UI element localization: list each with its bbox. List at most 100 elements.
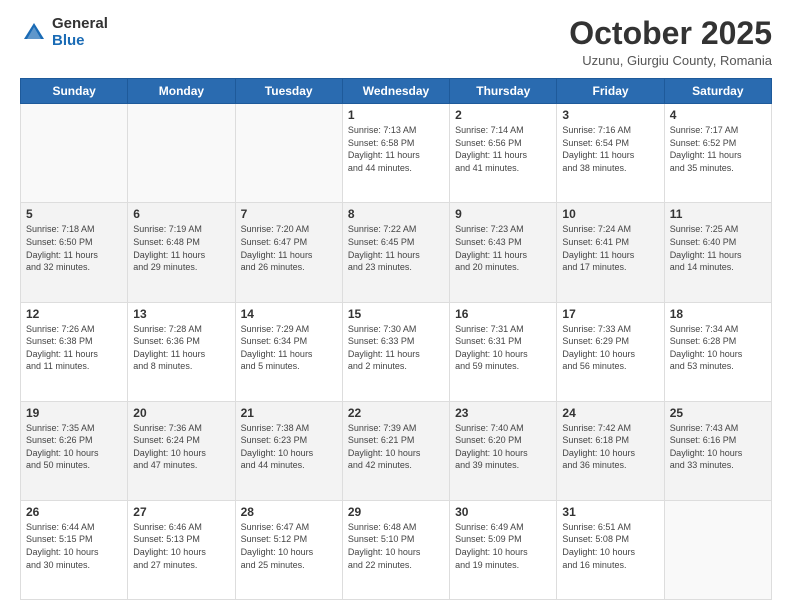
- logo-blue-text: Blue: [52, 33, 108, 50]
- day-header-friday: Friday: [557, 79, 664, 104]
- day-cell: 5 Sunrise: 7:18 AM Sunset: 6:50 PM Daylig…: [21, 203, 128, 302]
- day-header-thursday: Thursday: [450, 79, 557, 104]
- day-number: 23: [455, 406, 551, 420]
- day-number: 27: [133, 505, 229, 519]
- day-cell: 30 Sunrise: 6:49 AM Sunset: 5:09 PM Dayli…: [450, 500, 557, 599]
- day-cell: 31 Sunrise: 6:51 AM Sunset: 5:08 PM Dayli…: [557, 500, 664, 599]
- day-cell: 15 Sunrise: 7:30 AM Sunset: 6:33 PM Dayli…: [342, 302, 449, 401]
- day-cell: [128, 104, 235, 203]
- day-number: 5: [26, 207, 122, 221]
- calendar-table: SundayMondayTuesdayWednesdayThursdayFrid…: [20, 78, 772, 600]
- day-cell: 19 Sunrise: 7:35 AM Sunset: 6:26 PM Dayli…: [21, 401, 128, 500]
- day-number: 19: [26, 406, 122, 420]
- day-cell: 2 Sunrise: 7:14 AM Sunset: 6:56 PM Daylig…: [450, 104, 557, 203]
- day-cell: 16Sunrise: 7:31 AM Sunset: 6:31 PM Dayli…: [450, 302, 557, 401]
- day-info: Sunrise: 7:19 AM Sunset: 6:48 PM Dayligh…: [133, 223, 229, 273]
- day-header-wednesday: Wednesday: [342, 79, 449, 104]
- day-cell: 20 Sunrise: 7:36 AM Sunset: 6:24 PM Dayli…: [128, 401, 235, 500]
- day-info: Sunrise: 7:31 AM Sunset: 6:31 PM Dayligh…: [455, 323, 551, 373]
- day-cell: 3Sunrise: 7:16 AM Sunset: 6:54 PM Daylig…: [557, 104, 664, 203]
- week-row-3: 19 Sunrise: 7:35 AM Sunset: 6:26 PM Dayli…: [21, 401, 772, 500]
- day-info: Sunrise: 7:39 AM Sunset: 6:21 PM Dayligh…: [348, 422, 444, 472]
- day-info: Sunrise: 7:13 AM Sunset: 6:58 PM Dayligh…: [348, 124, 444, 174]
- day-info: Sunrise: 7:38 AM Sunset: 6:23 PM Dayligh…: [241, 422, 337, 472]
- day-number: 14: [241, 307, 337, 321]
- day-info: Sunrise: 6:46 AM Sunset: 5:13 PM Dayligh…: [133, 521, 229, 571]
- day-number: 6: [133, 207, 229, 221]
- day-cell: 6 Sunrise: 7:19 AM Sunset: 6:48 PM Daylig…: [128, 203, 235, 302]
- day-cell: 4Sunrise: 7:17 AM Sunset: 6:52 PM Daylig…: [664, 104, 771, 203]
- day-number: 26: [26, 505, 122, 519]
- logo: General Blue: [20, 16, 108, 49]
- day-cell: 11Sunrise: 7:25 AM Sunset: 6:40 PM Dayli…: [664, 203, 771, 302]
- day-number: 15: [348, 307, 444, 321]
- day-cell: 10Sunrise: 7:24 AM Sunset: 6:41 PM Dayli…: [557, 203, 664, 302]
- day-info: Sunrise: 7:22 AM Sunset: 6:45 PM Dayligh…: [348, 223, 444, 273]
- day-number: 7: [241, 207, 337, 221]
- day-number: 28: [241, 505, 337, 519]
- day-cell: 1 Sunrise: 7:13 AM Sunset: 6:58 PM Daylig…: [342, 104, 449, 203]
- day-info: Sunrise: 6:48 AM Sunset: 5:10 PM Dayligh…: [348, 521, 444, 571]
- day-header-tuesday: Tuesday: [235, 79, 342, 104]
- day-cell: 22 Sunrise: 7:39 AM Sunset: 6:21 PM Dayli…: [342, 401, 449, 500]
- logo-general-text: General: [52, 16, 108, 33]
- day-cell: [664, 500, 771, 599]
- day-cell: 23 Sunrise: 7:40 AM Sunset: 6:20 PM Dayli…: [450, 401, 557, 500]
- day-number: 8: [348, 207, 444, 221]
- day-cell: 21 Sunrise: 7:38 AM Sunset: 6:23 PM Dayli…: [235, 401, 342, 500]
- day-cell: 25 Sunrise: 7:43 AM Sunset: 6:16 PM Dayli…: [664, 401, 771, 500]
- day-number: 2: [455, 108, 551, 122]
- day-cell: 12 Sunrise: 7:26 AM Sunset: 6:38 PM Dayli…: [21, 302, 128, 401]
- day-info: Sunrise: 7:24 AM Sunset: 6:41 PM Dayligh…: [562, 223, 658, 273]
- day-info: Sunrise: 7:30 AM Sunset: 6:33 PM Dayligh…: [348, 323, 444, 373]
- header-row: SundayMondayTuesdayWednesdayThursdayFrid…: [21, 79, 772, 104]
- day-cell: 13 Sunrise: 7:28 AM Sunset: 6:36 PM Dayli…: [128, 302, 235, 401]
- day-header-saturday: Saturday: [664, 79, 771, 104]
- day-cell: 24 Sunrise: 7:42 AM Sunset: 6:18 PM Dayli…: [557, 401, 664, 500]
- day-number: 29: [348, 505, 444, 519]
- day-number: 24: [562, 406, 658, 420]
- day-cell: 18Sunrise: 7:34 AM Sunset: 6:28 PM Dayli…: [664, 302, 771, 401]
- day-info: Sunrise: 7:26 AM Sunset: 6:38 PM Dayligh…: [26, 323, 122, 373]
- day-info: Sunrise: 6:49 AM Sunset: 5:09 PM Dayligh…: [455, 521, 551, 571]
- day-info: Sunrise: 6:47 AM Sunset: 5:12 PM Dayligh…: [241, 521, 337, 571]
- page: General Blue October 2025 Uzunu, Giurgiu…: [0, 0, 792, 612]
- day-number: 9: [455, 207, 551, 221]
- day-info: Sunrise: 7:20 AM Sunset: 6:47 PM Dayligh…: [241, 223, 337, 273]
- day-cell: 17 Sunrise: 7:33 AM Sunset: 6:29 PM Dayli…: [557, 302, 664, 401]
- day-number: 12: [26, 307, 122, 321]
- day-cell: 7 Sunrise: 7:20 AM Sunset: 6:47 PM Daylig…: [235, 203, 342, 302]
- day-number: 21: [241, 406, 337, 420]
- day-info: Sunrise: 7:35 AM Sunset: 6:26 PM Dayligh…: [26, 422, 122, 472]
- day-info: Sunrise: 7:40 AM Sunset: 6:20 PM Dayligh…: [455, 422, 551, 472]
- day-number: 17: [562, 307, 658, 321]
- day-header-sunday: Sunday: [21, 79, 128, 104]
- week-row-4: 26 Sunrise: 6:44 AM Sunset: 5:15 PM Dayli…: [21, 500, 772, 599]
- day-number: 3: [562, 108, 658, 122]
- day-info: Sunrise: 7:33 AM Sunset: 6:29 PM Dayligh…: [562, 323, 658, 373]
- subtitle: Uzunu, Giurgiu County, Romania: [569, 53, 772, 68]
- day-number: 1: [348, 108, 444, 122]
- day-info: Sunrise: 7:34 AM Sunset: 6:28 PM Dayligh…: [670, 323, 766, 373]
- logo-icon: [20, 19, 48, 47]
- day-cell: [235, 104, 342, 203]
- week-row-1: 5 Sunrise: 7:18 AM Sunset: 6:50 PM Daylig…: [21, 203, 772, 302]
- week-row-2: 12 Sunrise: 7:26 AM Sunset: 6:38 PM Dayli…: [21, 302, 772, 401]
- day-number: 13: [133, 307, 229, 321]
- day-number: 20: [133, 406, 229, 420]
- day-info: Sunrise: 7:28 AM Sunset: 6:36 PM Dayligh…: [133, 323, 229, 373]
- day-cell: [21, 104, 128, 203]
- day-header-monday: Monday: [128, 79, 235, 104]
- day-cell: 29 Sunrise: 6:48 AM Sunset: 5:10 PM Dayli…: [342, 500, 449, 599]
- day-number: 22: [348, 406, 444, 420]
- day-number: 25: [670, 406, 766, 420]
- day-info: Sunrise: 7:36 AM Sunset: 6:24 PM Dayligh…: [133, 422, 229, 472]
- day-info: Sunrise: 7:42 AM Sunset: 6:18 PM Dayligh…: [562, 422, 658, 472]
- day-number: 31: [562, 505, 658, 519]
- day-info: Sunrise: 7:43 AM Sunset: 6:16 PM Dayligh…: [670, 422, 766, 472]
- day-info: Sunrise: 6:44 AM Sunset: 5:15 PM Dayligh…: [26, 521, 122, 571]
- day-number: 30: [455, 505, 551, 519]
- day-info: Sunrise: 7:18 AM Sunset: 6:50 PM Dayligh…: [26, 223, 122, 273]
- day-info: Sunrise: 7:14 AM Sunset: 6:56 PM Dayligh…: [455, 124, 551, 174]
- day-info: Sunrise: 6:51 AM Sunset: 5:08 PM Dayligh…: [562, 521, 658, 571]
